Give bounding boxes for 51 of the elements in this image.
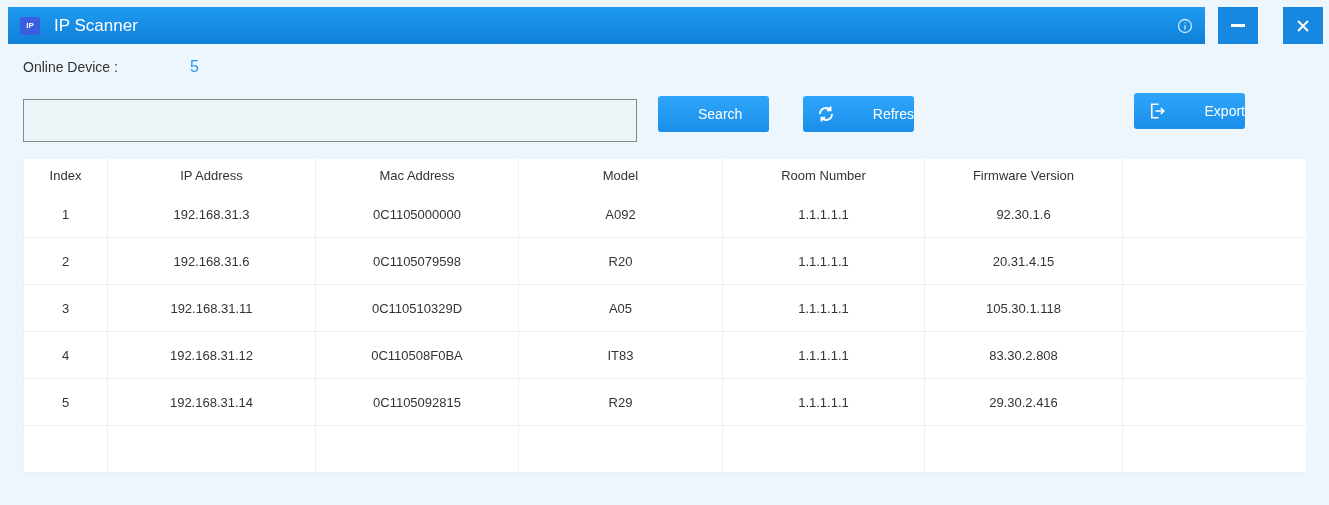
table-cell: R20 bbox=[518, 237, 723, 285]
table-cell: 1.1.1.1.1 bbox=[722, 331, 925, 379]
table-cell: 83.30.2.808 bbox=[924, 331, 1123, 379]
online-device-label: Online Device : bbox=[23, 58, 119, 75]
search-button[interactable]: Search bbox=[658, 96, 769, 132]
table-cell: 1 bbox=[23, 191, 108, 238]
table-cell: 192.168.31.14 bbox=[107, 378, 316, 426]
column-header: Mac Address bbox=[315, 159, 519, 191]
table-cell: 5 bbox=[23, 378, 108, 426]
refresh-button[interactable]: Refres bbox=[803, 96, 914, 132]
search-field[interactable] bbox=[23, 99, 637, 142]
table-cell: 0C110510329D bbox=[315, 284, 519, 332]
close-button[interactable] bbox=[1283, 7, 1323, 44]
table-cell: A05 bbox=[518, 284, 723, 332]
table-cell: 29.30.2.416 bbox=[924, 378, 1123, 426]
table-cell: IT83 bbox=[518, 331, 723, 379]
table-cell: 0C1105000000 bbox=[315, 191, 519, 238]
table-cell: 3 bbox=[23, 284, 108, 332]
column-header: Index bbox=[23, 159, 108, 191]
table-cell: A092 bbox=[518, 191, 723, 238]
table-cell: 105.30.1.118 bbox=[924, 284, 1123, 332]
window-title: IP Scanner bbox=[54, 15, 139, 36]
export-icon bbox=[1148, 102, 1166, 120]
minimize-button[interactable] bbox=[1218, 7, 1258, 44]
minimize-icon bbox=[1231, 24, 1245, 27]
refresh-icon bbox=[817, 105, 835, 123]
table-cell: 1.1.1.1.1 bbox=[722, 284, 925, 332]
table-cell: 0C1105092815 bbox=[315, 378, 519, 426]
table-cell: 192.168.31.6 bbox=[107, 237, 316, 285]
table-cell: 192.168.31.12 bbox=[107, 331, 316, 379]
table-cell: 192.168.31.11 bbox=[107, 284, 316, 332]
table-cell: 20.31.4.15 bbox=[924, 237, 1123, 285]
column-header: Room Number bbox=[722, 159, 925, 191]
table-cell: 0C110508F0BA bbox=[315, 331, 519, 379]
table-cell: 92.30.1.6 bbox=[924, 191, 1123, 238]
table-cell: 0C1105079598 bbox=[315, 237, 519, 285]
table-cell: R29 bbox=[518, 378, 723, 426]
column-header: Model bbox=[518, 159, 723, 191]
export-button[interactable]: Export bbox=[1134, 93, 1245, 129]
close-icon bbox=[1296, 18, 1310, 33]
table-cell: 1.1.1.1.1 bbox=[722, 191, 925, 238]
table-cell: 192.168.31.3 bbox=[107, 191, 316, 238]
info-icon[interactable] bbox=[1177, 17, 1193, 34]
column-header: IP Address bbox=[107, 159, 316, 191]
table-cell: 2 bbox=[23, 237, 108, 285]
table-cell: 4 bbox=[23, 331, 108, 379]
table-cell: 1.1.1.1.1 bbox=[722, 378, 925, 426]
online-device-count: 5 bbox=[190, 57, 199, 76]
column-header: Firmware Version bbox=[924, 159, 1123, 191]
app-logo: IP bbox=[20, 16, 40, 35]
table-cell: 1.1.1.1.1 bbox=[722, 237, 925, 285]
